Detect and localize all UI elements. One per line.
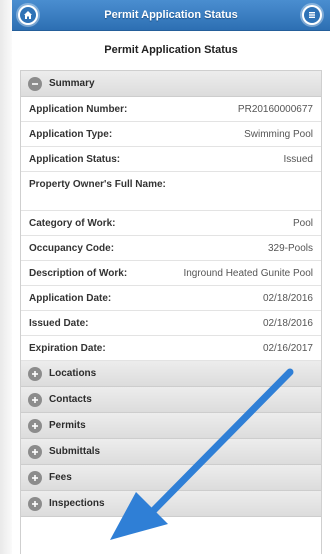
row-label: Issued Date:: [29, 317, 89, 329]
permits-section-header[interactable]: Permits: [21, 413, 321, 439]
summary-row-application-status: Application Status: Issued: [21, 147, 321, 172]
section-label: Contacts: [49, 394, 92, 405]
contacts-section-header[interactable]: Contacts: [21, 387, 321, 413]
summary-row-category-of-work: Category of Work: Pool: [21, 211, 321, 236]
row-label: Application Type:: [29, 128, 113, 140]
row-value: 02/18/2016: [262, 317, 313, 329]
row-value: Swimming Pool: [244, 128, 313, 140]
section-label: Inspections: [49, 498, 105, 509]
row-value: Inground Heated Gunite Pool: [183, 267, 313, 279]
locations-section-header[interactable]: Locations: [21, 361, 321, 387]
plus-circle-icon: [28, 470, 42, 485]
summary-row-description-of-work: Description of Work: Inground Heated Gun…: [21, 261, 321, 286]
plus-circle-icon: [28, 366, 42, 381]
summary-row-property-owner: Property Owner's Full Name:: [21, 172, 321, 211]
summary-row-expiration-date: Expiration Date: 02/16/2017: [21, 336, 321, 361]
plus-circle-icon: [28, 418, 42, 433]
plus-circle-icon: [28, 392, 42, 407]
row-value: 02/18/2016: [262, 292, 313, 304]
left-shadow-strip: [0, 0, 12, 554]
app-header: Permit Application Status: [12, 0, 330, 31]
row-label: Description of Work:: [29, 267, 128, 279]
row-value: PR20160000677: [237, 103, 313, 115]
inspections-section-header[interactable]: Inspections: [21, 491, 321, 517]
menu-button[interactable]: [302, 5, 322, 25]
section-label: Locations: [49, 368, 97, 379]
row-value: Issued: [283, 153, 313, 165]
row-value: Pool: [292, 217, 313, 229]
row-label: Application Number:: [29, 103, 128, 115]
plus-circle-icon: [28, 496, 42, 511]
summary-row-issued-date: Issued Date: 02/18/2016: [21, 311, 321, 336]
row-label: Occupancy Code:: [29, 242, 115, 254]
row-value: 329-Pools: [267, 242, 313, 254]
row-label: Application Date:: [29, 292, 112, 304]
row-label: Application Status:: [29, 153, 121, 165]
submittals-section-header[interactable]: Submittals: [21, 439, 321, 465]
home-icon: [24, 11, 32, 19]
section-label: Submittals: [49, 446, 101, 457]
summary-row-application-type: Application Type: Swimming Pool: [21, 122, 321, 147]
plus-circle-icon: [28, 444, 42, 459]
section-label: Permits: [49, 420, 86, 431]
header-title: Permit Application Status: [104, 9, 238, 21]
row-value: 02/16/2017: [262, 342, 313, 354]
permit-panel: Summary Application Number: PR2016000067…: [20, 70, 322, 554]
row-label: Category of Work:: [29, 217, 116, 229]
home-button[interactable]: [18, 5, 38, 25]
menu-icon: [309, 12, 315, 18]
page-title: Permit Application Status: [104, 44, 238, 56]
row-label: Expiration Date:: [29, 342, 106, 354]
summary-row-occupancy-code: Occupancy Code: 329-Pools: [21, 236, 321, 261]
summary-row-application-number: Application Number: PR20160000677: [21, 97, 321, 122]
row-label: Property Owner's Full Name:: [29, 179, 166, 190]
fees-section-header[interactable]: Fees: [21, 465, 321, 491]
minus-circle-icon: [28, 76, 42, 91]
summary-row-application-date: Application Date: 02/18/2016: [21, 286, 321, 311]
section-label: Fees: [49, 472, 72, 483]
summary-section-header[interactable]: Summary: [21, 71, 321, 97]
summary-label: Summary: [49, 78, 95, 89]
